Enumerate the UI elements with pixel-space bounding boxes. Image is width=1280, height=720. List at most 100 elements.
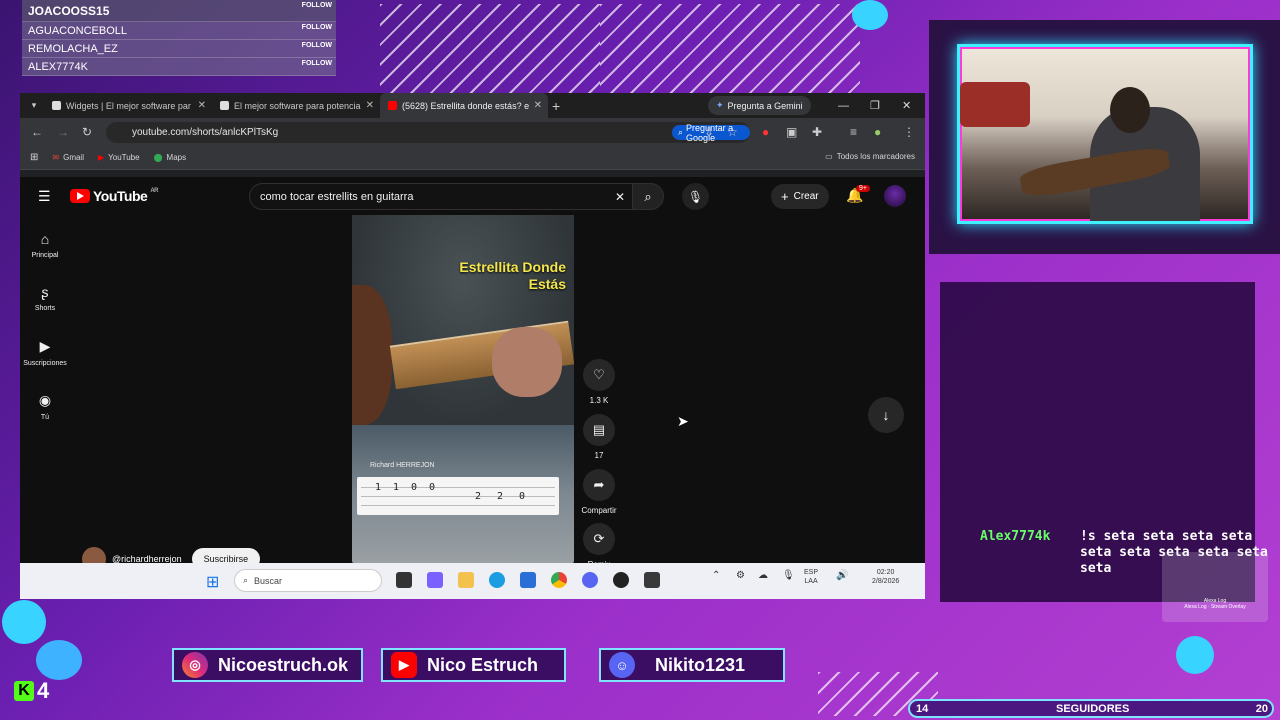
forward-icon[interactable]: → (57, 125, 69, 139)
tab-search-dropdown[interactable]: ▾ (24, 100, 44, 111)
url-field[interactable]: youtube.com/shorts/anlcKPlTsKg ⌕ Pregunt… (106, 122, 750, 143)
follower-goal-bar: 14 SEGUIDORES 20 (908, 699, 1274, 718)
sidebar-item-you[interactable]: ◉ Tú (20, 392, 70, 421)
sidebar-item-label: Shorts (34, 305, 56, 312)
bookmark-youtube[interactable]: ▶ YouTube (98, 153, 140, 162)
widgets-app-icon[interactable] (427, 572, 443, 588)
store-icon[interactable] (520, 572, 536, 588)
youtube-play-icon (70, 189, 90, 203)
lens-icon: ⌕ (678, 127, 684, 137)
sidebar-item-label: Principal (31, 252, 59, 259)
search-input[interactable]: como tocar estrellits en guitarra ✕ (249, 183, 635, 210)
chrome-icon[interactable] (551, 572, 567, 588)
follower-row: AGUACONCEBOLL FOLLOW (22, 22, 336, 40)
install-icon[interactable]: ⇩ (704, 125, 714, 139)
close-window-button[interactable]: ✕ (902, 93, 911, 118)
gemini-button[interactable]: ✦ Pregunta a Gemini (708, 96, 811, 115)
reload-icon[interactable]: ↻ (82, 125, 92, 139)
follower-name: REMOLACHA_EZ (28, 42, 118, 55)
windows-start-icon[interactable]: ⊞ (206, 572, 219, 592)
tab-youtube-short[interactable]: (5628) Estrellita donde estás? e ✕ (380, 93, 548, 118)
game-app-icon[interactable] (644, 572, 660, 588)
share-button[interactable]: ➦ Compartir (572, 469, 626, 515)
mouse-cursor-icon: ➤ (677, 413, 689, 429)
search-icon: ⌕ (644, 188, 652, 204)
new-tab-button[interactable]: + (552, 98, 560, 114)
all-bookmarks[interactable]: ▭ Todos los marcadores (825, 152, 915, 161)
browser-window: ▾ Widgets | El mejor software par ✕ El m… (20, 93, 925, 599)
profile-icon[interactable]: ● (874, 125, 881, 139)
extension-icon[interactable]: ▣ (786, 125, 797, 139)
tray-mic-icon[interactable]: 🎙 (782, 571, 795, 581)
sidebar-item-subscriptions[interactable]: ▶ Suscripciones (20, 338, 70, 367)
minimize-button[interactable]: — (838, 93, 849, 118)
recent-followers-list: JOACOOSS15 FOLLOW AGUACONCEBOLL FOLLOW R… (22, 0, 336, 76)
follower-name: JOACOOSS15 (28, 3, 110, 18)
comments-button[interactable]: ▤ 17 (582, 414, 616, 460)
back-icon[interactable]: ← (31, 125, 43, 139)
discord-handle-box: ☺ Nikito1231 (599, 648, 785, 682)
widget-favicon-icon (220, 101, 229, 110)
bookmark-maps[interactable]: ⬤ Maps (154, 153, 187, 162)
short-video-player[interactable]: Estrellita Donde Estás Richard HERREJON … (352, 215, 574, 563)
account-avatar[interactable] (884, 185, 906, 207)
task-view-icon[interactable] (396, 572, 412, 588)
tab-line (361, 505, 555, 506)
language-indicator[interactable]: ESP LAA (804, 568, 818, 586)
subscriptions-icon: ▶ (39, 338, 51, 354)
media-icon[interactable]: ≡ (850, 125, 857, 139)
taskbar-search-input[interactable]: ⌕ Buscar (234, 569, 382, 592)
tray-chevron-icon[interactable]: ⌃ (712, 571, 720, 581)
maximize-button[interactable]: ❐ (870, 93, 880, 118)
clear-search-icon[interactable]: ✕ (615, 190, 625, 204)
youtube-handle-box: ▶ Nico Estruch (381, 648, 566, 682)
voice-search-button[interactable]: 🎙 (682, 183, 709, 210)
create-button[interactable]: + Crear (771, 184, 829, 209)
obs-icon[interactable] (613, 572, 629, 588)
discord-icon[interactable] (582, 572, 598, 588)
extension-icon[interactable]: ● (762, 125, 769, 139)
follower-name: AGUACONCEBOLL (28, 24, 128, 37)
discord-icon: ☺ (609, 652, 635, 678)
close-icon[interactable]: ✕ (366, 100, 374, 111)
tray-app-icon[interactable]: ⚙ (736, 571, 745, 581)
sidebar-item-shorts[interactable]: ʂ Shorts (20, 284, 70, 312)
search-button[interactable]: ⌕ (632, 183, 664, 210)
edge-icon[interactable] (489, 572, 505, 588)
kick-logo-icon: K (14, 681, 34, 701)
sidebar-item-label: Tú (40, 414, 50, 421)
tab-software[interactable]: El mejor software para potencia ✕ (212, 93, 380, 118)
extensions-puzzle-icon[interactable]: ✚ (812, 125, 822, 139)
close-icon[interactable]: ✕ (198, 100, 206, 111)
follower-row: JOACOOSS15 FOLLOW (22, 0, 336, 22)
tray-app-icon[interactable]: ☁ (758, 571, 768, 581)
webcam-feed (957, 44, 1253, 224)
decor-bubble (36, 640, 82, 680)
follow-label: FOLLOW (301, 60, 332, 67)
file-explorer-icon[interactable] (458, 572, 474, 588)
maps-pin-icon: ⬤ (153, 153, 163, 162)
hamburger-menu-icon[interactable]: ☰ (38, 188, 51, 205)
chat-username: Alex7774k (980, 529, 1051, 544)
close-icon[interactable]: ✕ (534, 100, 542, 111)
instagram-handle-box: ◎ Nicoestruch.ok (172, 648, 363, 682)
like-button[interactable]: ♡ 1.3 K (582, 359, 616, 405)
create-label: Crear (793, 191, 819, 202)
wifi-volume-icon[interactable]: 🔊 (836, 571, 848, 581)
windows-taskbar: ⊞ ⌕ Buscar ⌃ ⚙ ☁ 🎙 ESP LAA 🔊 02:20 2/8/2… (20, 563, 925, 599)
sidebar-item-home[interactable]: ⌂ Principal (20, 231, 70, 259)
next-video-button[interactable]: ↓ (868, 397, 904, 433)
tab-label: El mejor software para potencia (234, 100, 361, 111)
tab-widgets[interactable]: Widgets | El mejor software par ✕ (44, 93, 212, 118)
follower-row: REMOLACHA_EZ FOLLOW (22, 40, 336, 58)
apps-grid-icon[interactable]: ⊞ (30, 152, 38, 163)
gemini-label: Pregunta a Gemini (727, 100, 803, 111)
bookmark-gmail[interactable]: ✉ Gmail (52, 153, 84, 162)
menu-kebab-icon[interactable]: ⋮ (903, 125, 915, 139)
kick-viewer-count: K 4 (14, 678, 49, 704)
youtube-handle: Nico Estruch (427, 654, 539, 675)
search-icon: ⌕ (243, 575, 249, 585)
clock[interactable]: 02:20 2/8/2026 (872, 568, 899, 586)
youtube-logo[interactable]: YouTube AR (70, 188, 158, 204)
bookmark-star-icon[interactable]: ☆ (727, 125, 738, 139)
